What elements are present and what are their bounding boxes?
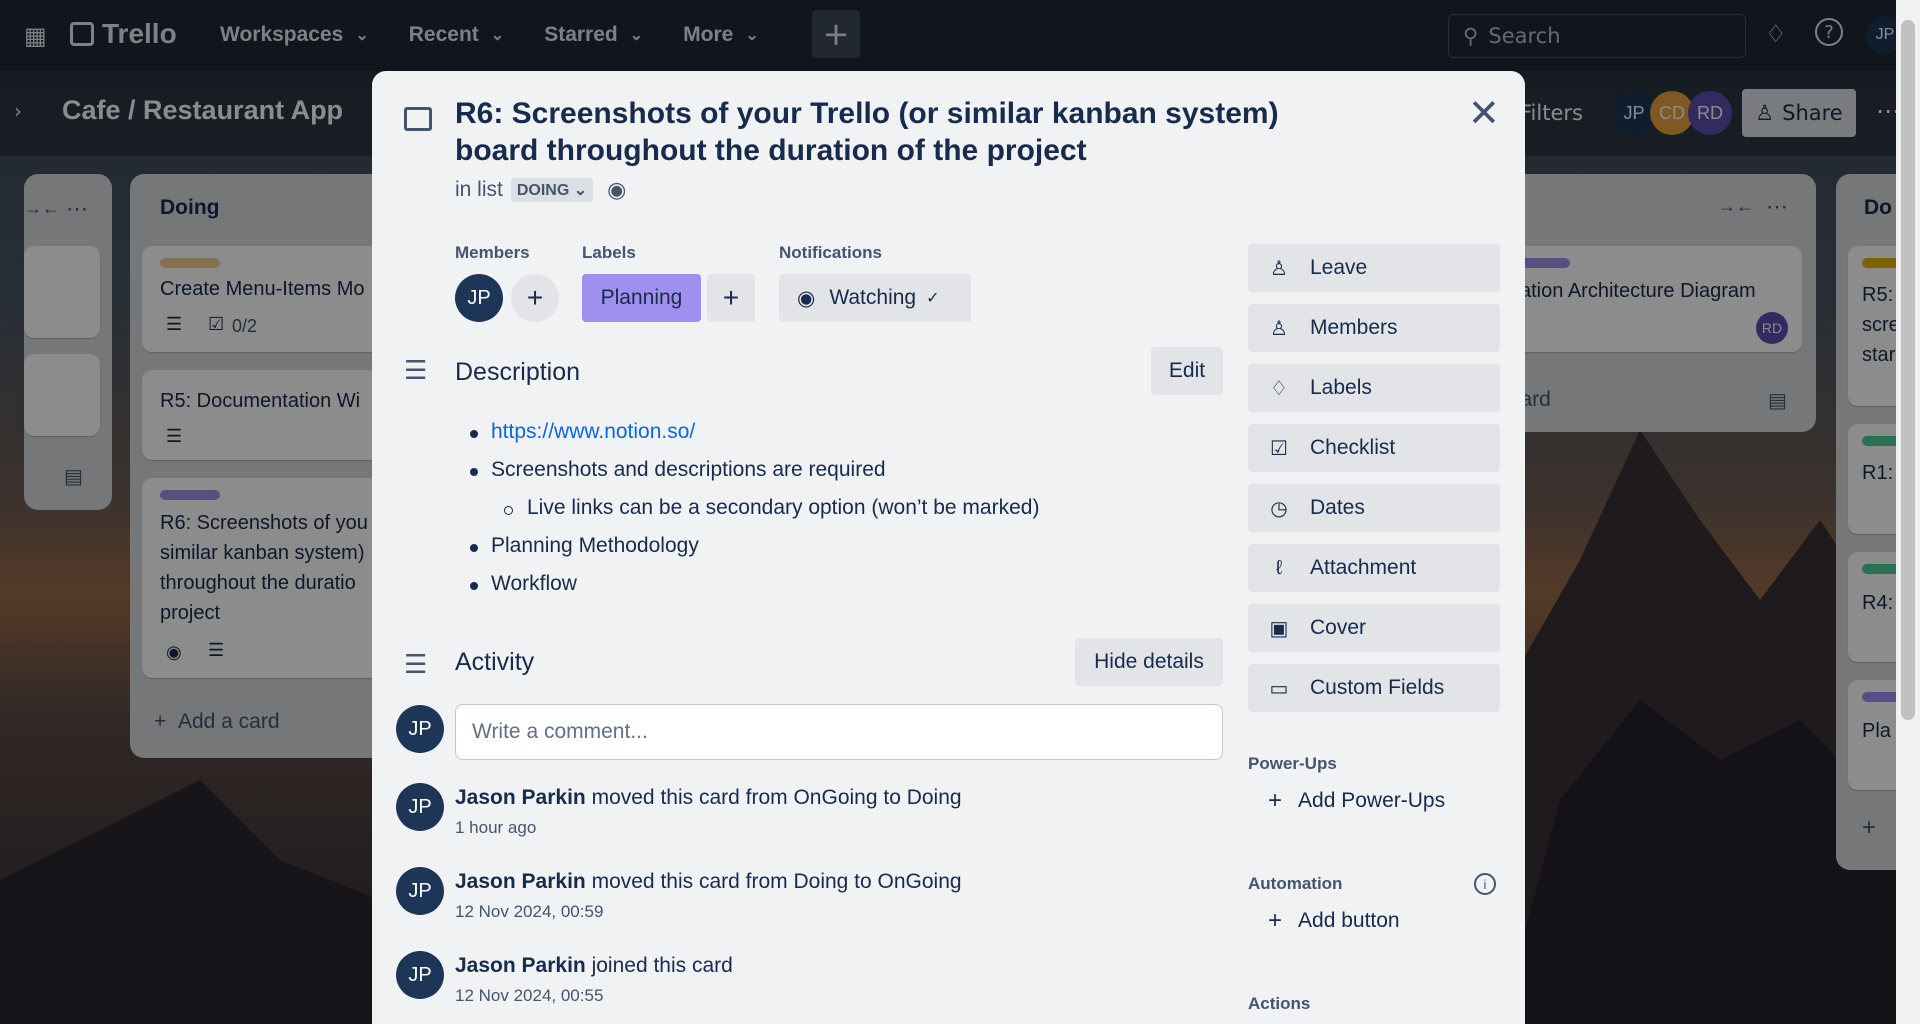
watching-button[interactable]: ◉ Watching ✓ (779, 274, 971, 322)
person-icon: ♙ (1270, 317, 1288, 340)
checklist-icon: ☑ (1270, 437, 1288, 460)
cover-button[interactable]: ▣ Cover (1248, 604, 1500, 652)
hide-details-button[interactable]: Hide details (1075, 638, 1223, 686)
activity-timestamp[interactable]: 1 hour ago (455, 818, 536, 838)
clock-icon: ◷ (1270, 497, 1288, 520)
person-icon: ♙ (1270, 257, 1288, 280)
description-item: Workflow (491, 572, 577, 595)
description-item: Screenshots and descriptions are require… (491, 458, 886, 481)
add-member-button[interactable]: + (511, 274, 559, 322)
actions-label: Actions (1248, 994, 1311, 1013)
info-icon[interactable]: i (1474, 873, 1496, 895)
plus-icon: + (1268, 907, 1283, 934)
member-avatar[interactable]: JP (455, 274, 503, 322)
bullet (470, 544, 478, 552)
activity-avatar[interactable]: JP (396, 951, 444, 999)
custom-fields-icon: ▭ (1269, 677, 1289, 700)
label-planning[interactable]: Planning (582, 274, 701, 322)
description-item: Planning Methodology (491, 534, 699, 557)
activity-user-link[interactable]: Jason Parkin (455, 954, 586, 977)
activity-entry: Jason Parkin moved this card from OnGoin… (455, 786, 962, 809)
custom-fields-button[interactable]: ▭ Custom Fields (1248, 664, 1500, 712)
card-title[interactable]: R6: Screenshots of your Trello (or simil… (455, 95, 1355, 169)
card-detail-modal: R6: Screenshots of your Trello (or simil… (372, 71, 1525, 1024)
activity-timestamp[interactable]: 12 Nov 2024, 00:55 (455, 986, 603, 1006)
watch-icon[interactable]: ◉ (607, 177, 626, 203)
bullet (470, 582, 478, 590)
activity-user-link[interactable]: Jason Parkin (455, 786, 586, 809)
description-title: Description (455, 358, 581, 386)
add-button-button[interactable]: + Add button (1248, 897, 1500, 945)
activity-title: Activity (455, 648, 535, 676)
activity-entry: Jason Parkin moved this card from Doing … (455, 870, 962, 893)
members-button[interactable]: ♙ Members (1248, 304, 1500, 352)
automation-label: Automation (1248, 874, 1343, 893)
members-label: Members (455, 243, 530, 262)
edit-button[interactable]: Edit (1151, 347, 1223, 395)
labels-label: Labels (582, 243, 636, 262)
labels-button[interactable]: ♢ Labels (1248, 364, 1500, 412)
paperclip-icon: ℓ (1275, 556, 1283, 579)
close-icon[interactable]: ✕ (1468, 91, 1500, 136)
add-powerups-button[interactable]: + Add Power-Ups (1248, 777, 1500, 825)
notifications-label: Notifications (779, 243, 882, 262)
description-icon: ☰ (404, 355, 428, 385)
tag-icon: ♢ (1270, 377, 1288, 400)
activity-timestamp[interactable]: 12 Nov 2024, 00:59 (455, 902, 603, 922)
leave-button[interactable]: ♙ Leave (1248, 244, 1500, 292)
bullet (470, 430, 478, 438)
scrollbar-thumb[interactable] (1901, 20, 1915, 720)
activity-icon: ☰ (404, 649, 428, 679)
description-sub-item: Live links can be a secondary option (wo… (527, 496, 1040, 519)
add-label-button[interactable]: + (707, 274, 755, 322)
powerups-label: Power-Ups (1248, 754, 1337, 773)
card-icon (404, 107, 432, 131)
cover-icon: ▣ (1269, 617, 1289, 640)
check-icon: ✓ (926, 290, 940, 307)
activity-avatar[interactable]: JP (396, 783, 444, 831)
plus-icon: + (1268, 787, 1283, 814)
current-user-avatar: JP (396, 705, 444, 753)
sub-bullet (504, 506, 513, 515)
description-link[interactable]: https://www.notion.so/ (491, 420, 695, 444)
dates-button[interactable]: ◷ Dates (1248, 484, 1500, 532)
checklist-button[interactable]: ☑ Checklist (1248, 424, 1500, 472)
bullet (470, 468, 478, 476)
activity-user-link[interactable]: Jason Parkin (455, 870, 586, 893)
activity-avatar[interactable]: JP (396, 867, 444, 915)
chevron-down-icon: ⌄ (569, 182, 588, 199)
list-select[interactable]: DOING ⌄ (510, 178, 594, 202)
page-scrollbar[interactable] (1896, 0, 1920, 1024)
comment-input[interactable]: Write a comment... (455, 704, 1223, 760)
attachment-button[interactable]: ℓ Attachment (1248, 544, 1500, 592)
eye-icon: ◉ (797, 286, 816, 310)
activity-entry: Jason Parkin joined this card (455, 954, 733, 977)
